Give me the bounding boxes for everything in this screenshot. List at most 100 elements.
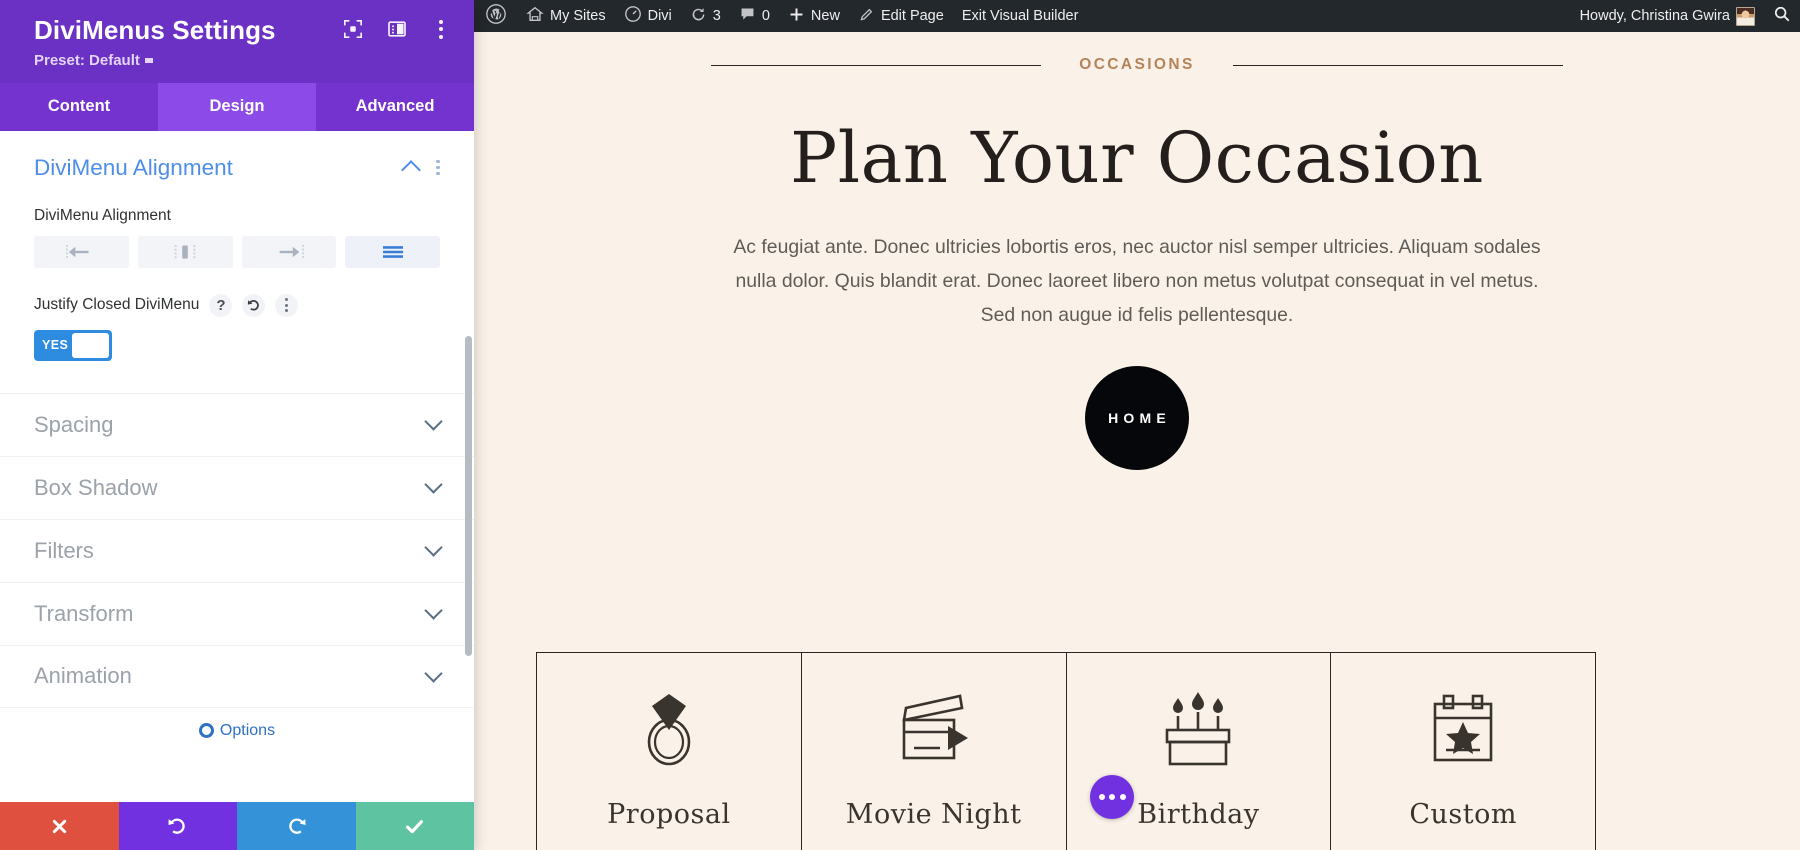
accordion-label: Spacing: [34, 411, 114, 437]
arrow-left-icon: [66, 244, 89, 258]
wordpress-icon: [486, 4, 506, 28]
accordion-transform[interactable]: Transform: [0, 581, 474, 645]
undo-arrow-icon: [168, 818, 185, 834]
alignment-option-center[interactable]: [137, 235, 233, 268]
screen: OCCASIONS Plan Your Occasion Ac feugiat …: [0, 0, 1800, 850]
save-changes-button[interactable]: [355, 802, 474, 850]
ellipsis-icon-dot: [1109, 794, 1115, 800]
occasion-card[interactable]: Movie Night: [802, 653, 1067, 850]
tab-content[interactable]: Content: [0, 83, 158, 131]
group-title: DiviMenu Alignment: [34, 154, 233, 180]
admin-bar-item-divi[interactable]: Divi: [615, 0, 681, 32]
home-icon: [526, 5, 544, 27]
accordion-label: Animation: [34, 663, 132, 689]
home-circle-button[interactable]: HOME: [1085, 365, 1189, 470]
kebab-menu-icon[interactable]: [275, 293, 299, 317]
page-title: Plan Your Occasion: [790, 117, 1484, 199]
divi-module-actions-button[interactable]: [1090, 775, 1134, 819]
layout-columns-icon[interactable]: [386, 18, 408, 40]
question-mark-icon[interactable]: ?: [209, 293, 233, 317]
options-link-label: Options: [219, 721, 276, 739]
accordion-spacing[interactable]: Spacing: [0, 392, 474, 456]
alignment-option-left[interactable]: [34, 235, 129, 268]
pencil-icon: [858, 6, 875, 27]
birthday-cake-icon: [1159, 683, 1237, 775]
x-icon: [52, 819, 66, 833]
undo-button[interactable]: [118, 802, 237, 850]
toggle-value: YES: [42, 338, 69, 353]
occasion-card[interactable]: Birthday: [1067, 653, 1332, 850]
preset-selector[interactable]: Preset: Default: [34, 52, 454, 69]
admin-bar-item-my-sites[interactable]: My Sites: [517, 0, 615, 32]
kebab-menu-icon[interactable]: [430, 18, 452, 40]
admin-bar-item-comments[interactable]: 0: [730, 0, 779, 32]
admin-bar-label: 0: [761, 8, 770, 24]
admin-bar-item-updates[interactable]: 3: [681, 0, 730, 32]
accordion-box-shadow[interactable]: Box Shadow: [0, 455, 474, 519]
chevron-down-icon: [424, 475, 443, 494]
justify-closed-toggle[interactable]: YES: [34, 329, 112, 361]
settings-footer: [0, 802, 474, 850]
search-icon: [1773, 5, 1791, 27]
admin-bar-item-edit-page[interactable]: Edit Page: [849, 0, 953, 32]
calendar-star-icon: [1426, 683, 1500, 775]
redo-arrow-icon: [289, 818, 306, 834]
tab-advanced[interactable]: Advanced: [316, 83, 474, 131]
chevron-down-icon: [424, 412, 443, 431]
undo-arrow-icon[interactable]: [242, 293, 266, 317]
preset-label: Preset: Default: [34, 51, 140, 69]
group-divimenu-alignment: DiviMenu Alignment: [0, 131, 474, 181]
speedometer-icon: [624, 5, 642, 27]
chevron-down-icon: [144, 57, 153, 63]
admin-bar-label: New: [810, 8, 840, 24]
admin-bar-label: 3: [712, 8, 721, 24]
alignment-option-right[interactable]: [241, 235, 337, 268]
admin-bar-item-exit-visual-builder[interactable]: Exit Visual Builder: [953, 0, 1088, 32]
chevron-down-icon: [424, 663, 443, 683]
ellipsis-icon-dot: [1119, 794, 1126, 800]
redo-button[interactable]: [237, 802, 356, 850]
alignment-option-group: [34, 235, 440, 268]
occasion-card[interactable]: Proposal: [537, 653, 802, 850]
divi-module-settings-modal: DiviMenus Settings Preset: Default Conte…: [0, 0, 474, 850]
settings-header: DiviMenus Settings Preset: Default: [0, 0, 474, 83]
kebab-dot: [436, 165, 440, 170]
alignment-option-justify[interactable]: [345, 235, 440, 268]
accordion-label: Transform: [34, 600, 134, 626]
options-link[interactable]: Options: [0, 722, 474, 740]
kebab-dot: [439, 34, 443, 39]
accordion-animation[interactable]: Animation: [0, 644, 474, 708]
refresh-icon: [690, 6, 707, 27]
field-label-row: Justify Closed DiviMenu ?: [34, 293, 440, 317]
home-button-label: HOME: [1108, 409, 1171, 426]
tab-design[interactable]: Design: [158, 82, 316, 131]
focus-target-icon[interactable]: [342, 18, 364, 40]
group-header[interactable]: DiviMenu Alignment: [34, 155, 440, 181]
admin-bar-item-new[interactable]: New: [779, 0, 849, 32]
settings-scrollbar-thumb[interactable]: [465, 335, 472, 656]
field-label-row: DiviMenu Alignment: [34, 207, 440, 225]
admin-bar-item-wordpress[interactable]: [474, 0, 517, 32]
chevron-up-icon[interactable]: [401, 160, 422, 180]
kebab-menu-icon[interactable]: [436, 159, 440, 176]
howdy-label: Howdy, Christina Gwira: [1579, 8, 1730, 24]
kebab-dot: [439, 27, 443, 31]
settings-tabs: Content Design Advanced: [0, 82, 474, 131]
settings-header-actions: [342, 18, 452, 40]
admin-bar-item-account[interactable]: Howdy, Christina Gwira: [1571, 0, 1764, 32]
admin-bar-item-search[interactable]: [1764, 0, 1800, 32]
admin-bar-label: Exit Visual Builder: [961, 8, 1079, 24]
page-canvas: OCCASIONS Plan Your Occasion Ac feugiat …: [474, 32, 1800, 850]
rule-left: [711, 64, 1042, 66]
accordion-label: Filters: [34, 537, 94, 563]
field-divimenu-alignment: DiviMenu Alignment: [0, 207, 474, 268]
group-header-actions: [401, 158, 440, 180]
wp-admin-bar: My Sites Divi 3 0 New Edit Page Exit Vis…: [474, 0, 1800, 32]
field-justify-closed-divimenu: Justify Closed DiviMenu ? YES: [0, 293, 474, 361]
eyebrow-label: OCCASIONS: [1079, 56, 1195, 73]
occasion-card-label: Custom: [1409, 799, 1517, 830]
occasion-card[interactable]: Custom: [1331, 653, 1595, 850]
align-center-icon: [174, 244, 196, 259]
accordion-filters[interactable]: Filters: [0, 518, 474, 582]
discard-changes-button[interactable]: [0, 802, 119, 850]
